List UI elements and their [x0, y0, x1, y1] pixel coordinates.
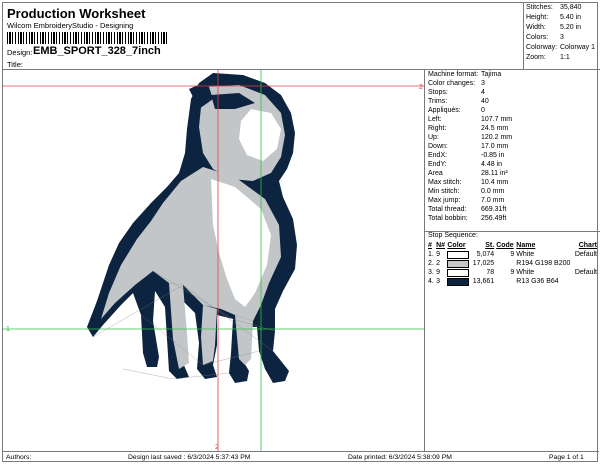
info-row: EndY: 4.48 in	[428, 161, 503, 168]
stop-sequence-table: # N# Color St. Code Name Chart 1. 9 5,07…	[427, 241, 598, 286]
info-row: Total thread: 669.31ft	[428, 206, 507, 213]
col-header: Name	[516, 242, 536, 249]
info-row: Down: 17.0 mm	[428, 143, 509, 150]
stat-colors: Colors: 3	[526, 34, 564, 41]
bulldog-design: 2 1 2	[3, 69, 424, 451]
info-row: Total bobbin: 256.49ft	[428, 215, 507, 222]
guide-label-left: 1	[6, 326, 10, 333]
stat-colorway: Colorway: Colorway 1	[526, 44, 596, 51]
info-row: Left: 107.7 mm	[428, 116, 513, 123]
stat-stitches: Stitches: 35,840	[526, 4, 582, 11]
guide-label-top-right: 2	[419, 84, 423, 91]
color-swatch	[447, 259, 470, 268]
machine-info-panel: Machine format: Tajima Color changes: 3 St…	[424, 69, 600, 451]
info-row: Right: 24.5 mm	[428, 125, 509, 132]
table-row[interactable]: 2. 2 17,025 R194 G198 B200	[427, 259, 598, 268]
col-header: #	[428, 242, 432, 249]
design-label: Design:	[7, 48, 33, 57]
last-saved: Design last saved : 6/3/2024 5:37:43 PM	[128, 454, 251, 461]
stop-sequence-title: Stop Sequence:	[425, 231, 600, 239]
worksheet-footer: Authors: Design last saved : 6/3/2024 5:…	[3, 451, 599, 464]
info-row: Up: 120.2 mm	[428, 134, 513, 141]
col-header: Color	[447, 242, 466, 249]
col-header: N#	[436, 242, 446, 249]
title-label: Title:	[7, 60, 23, 69]
authors-label: Authors:	[6, 454, 32, 461]
info-row: Appliqués: 0	[428, 107, 485, 114]
design-name: EMB_SPORT_328_7inch	[33, 45, 161, 57]
info-row: Max jump: 7.0 mm	[428, 197, 505, 204]
info-row: Stops: 4	[428, 89, 485, 96]
info-row: Trims: 40	[428, 98, 489, 105]
app-subtitle: Wilcom EmbroideryStudio - Designing	[7, 21, 134, 30]
table-row[interactable]: 4. 3 13,661 R13 G36 B64	[427, 277, 598, 286]
design-canvas[interactable]: 2 1 2	[3, 69, 424, 451]
col-header: Code	[496, 242, 514, 249]
info-row: Max stitch: 10.4 mm	[428, 179, 509, 186]
info-row: Color changes: 3	[428, 80, 485, 87]
design-barcode	[7, 32, 167, 44]
design-summary: Stitches: 35,840 Height: 5.40 in Width: 5.2…	[523, 3, 600, 70]
table-row[interactable]: 1. 9 5,074 9 White Default	[427, 250, 598, 259]
info-row: Machine format: Tajima	[428, 71, 502, 78]
date-printed: Date printed: 6/3/2024 5:38:09 PM	[348, 454, 452, 461]
worksheet-header: Production Worksheet Wilcom EmbroiderySt…	[3, 3, 523, 70]
page-number: Page 1 of 1	[549, 454, 584, 461]
stat-height: Height: 5.40 in	[526, 14, 582, 21]
info-row: Min stitch: 0.0 mm	[428, 188, 505, 195]
color-swatch	[447, 268, 470, 277]
col-header: Chart	[578, 242, 597, 249]
production-worksheet: Production Worksheet Wilcom EmbroiderySt…	[2, 2, 600, 464]
guide-label-bottom: 2	[215, 444, 219, 451]
stat-width: Width: 5.20 in	[526, 24, 582, 31]
table-row[interactable]: 3. 9 78 9 White Default	[427, 268, 598, 277]
page-title: Production Worksheet	[7, 6, 146, 21]
color-swatch	[447, 277, 470, 286]
color-swatch	[447, 250, 470, 259]
info-row: Area 28.11 in²	[428, 170, 508, 177]
info-row: EndX: -0.85 in	[428, 152, 505, 159]
table-header-row: # N# Color St. Code Name Chart	[427, 241, 598, 250]
stat-zoom: Zoom: 1:1	[526, 54, 570, 61]
col-header: St.	[485, 242, 495, 249]
